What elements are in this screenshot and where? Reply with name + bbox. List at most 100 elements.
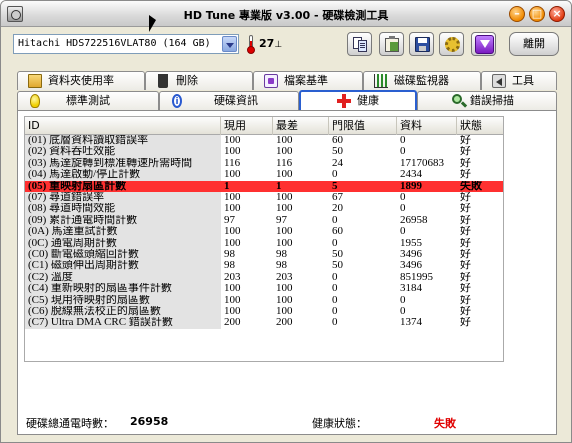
tab-file-benchmark[interactable]: 檔案基準 xyxy=(253,71,363,90)
cell-status: 好 xyxy=(460,317,471,329)
cell-id: (C7) Ultra DMA CRC 錯誤計數 xyxy=(25,317,221,329)
table-row[interactable]: (01) 底層資料讀取錯誤率 100 100 60 0 好 xyxy=(25,135,503,147)
col-header-current[interactable]: 現用 xyxy=(221,117,273,135)
table-row[interactable]: (0C) 通電周期計數 100 100 0 1955 好 xyxy=(25,237,503,249)
cell-id: (C4) 重新映射的扇區事件計數 xyxy=(25,283,221,295)
file-benchmark-icon xyxy=(264,74,278,88)
cell-threshold: 67 xyxy=(332,192,343,203)
cell-id: (07) 尋道錯誤率 xyxy=(25,192,221,204)
cell-current: 100 xyxy=(224,135,241,146)
toolbar: Hitachi HDS722516VLAT80 (164 GB) 27⊥ 離開 xyxy=(1,27,571,63)
temperature-readout: 27⊥ xyxy=(259,37,282,50)
cell-status: 好 xyxy=(460,260,471,272)
disk-monitor-icon xyxy=(374,74,388,88)
col-header-id[interactable]: ID xyxy=(25,117,221,135)
tab-error-scan[interactable]: 錯誤掃描 xyxy=(417,91,557,110)
smart-table[interactable]: ID 現用 最差 門限值 資料 狀態 (01) 底層資料讀取錯誤率 100 100 6… xyxy=(24,116,504,362)
tab-label: 檔案基準 xyxy=(284,74,328,87)
cell-id: (0A) 馬達重試計數 xyxy=(25,226,221,238)
tab-benchmark[interactable]: 標準測試 xyxy=(17,91,159,110)
cell-data: 0 xyxy=(400,192,406,203)
copy-text-button[interactable] xyxy=(347,32,372,56)
bulb-icon xyxy=(30,94,40,108)
table-row[interactable]: (03) 馬達旋轉到標准轉速所需時間 116 116 24 17170683 好 xyxy=(25,157,503,170)
cell-worst: 100 xyxy=(276,237,293,249)
table-row[interactable]: (C2) 溫度 203 203 0 851995 好 xyxy=(25,271,503,284)
cell-status: 好 xyxy=(460,294,471,306)
cell-threshold: 0 xyxy=(332,271,338,283)
cell-worst: 100 xyxy=(276,306,293,317)
col-header-worst[interactable]: 最差 xyxy=(273,117,329,135)
minimize-button[interactable]: – xyxy=(509,6,525,22)
copy-screenshot-button[interactable] xyxy=(379,32,404,56)
tab-disk-monitor[interactable]: 磁碟監視器 xyxy=(363,71,481,90)
table-row[interactable]: (C6) 脫線無法校正的扇區數 100 100 0 0 好 xyxy=(25,306,503,318)
cell-data: 851995 xyxy=(400,271,433,283)
cell-worst: 100 xyxy=(276,169,293,181)
table-row[interactable]: (C4) 重新映射的扇區事件計數 100 100 0 3184 好 xyxy=(25,283,503,295)
cell-threshold: 0 xyxy=(332,317,338,329)
download-button[interactable] xyxy=(471,32,496,56)
mouse-cursor-icon xyxy=(149,15,156,32)
cell-data: 3184 xyxy=(400,283,422,295)
cell-worst: 200 xyxy=(276,317,293,329)
table-row[interactable]: (09) 累計通電時間計數 97 97 0 26958 好 xyxy=(25,214,503,227)
trash-icon xyxy=(158,74,168,88)
cell-status: 好 xyxy=(460,169,471,181)
save-button[interactable] xyxy=(409,32,434,56)
cell-id: (04) 馬達啟動/停止計數 xyxy=(25,169,221,181)
cell-status: 好 xyxy=(460,214,471,226)
cell-worst: 97 xyxy=(276,214,287,226)
table-row[interactable]: (C5) 現用待映射的扇區數 100 100 0 0 好 xyxy=(25,294,503,306)
cell-data: 1374 xyxy=(400,317,422,329)
tab-folder-usage[interactable]: 資料夾使用率 xyxy=(17,71,145,90)
cell-status: 好 xyxy=(460,283,471,295)
cell-status: 好 xyxy=(460,237,471,249)
health-panel: ID 現用 最差 門限值 資料 狀態 (01) 底層資料讀取錯誤率 100 100 6… xyxy=(17,110,557,435)
cell-data: 1955 xyxy=(400,237,422,249)
cell-current: 100 xyxy=(224,192,241,203)
tab-tools[interactable]: 工具 xyxy=(481,71,557,90)
cell-worst: 116 xyxy=(276,157,293,169)
cell-current: 97 xyxy=(224,214,235,226)
col-header-threshold[interactable]: 門限值 xyxy=(329,117,397,135)
cell-id: (C1) 磁頭伸出周期計數 xyxy=(25,260,221,272)
clipboard-icon xyxy=(385,36,399,52)
cell-data: 1899 xyxy=(400,180,422,192)
tab-label: 資料夾使用率 xyxy=(48,74,114,87)
tab-health[interactable]: 健康 xyxy=(299,90,417,111)
tab-disk-info[interactable]: 硬碟資訊 xyxy=(159,91,299,111)
table-row[interactable]: (02) 資料吞吐效能 100 100 50 0 好 xyxy=(25,146,503,158)
tab-erase[interactable]: 刪除 xyxy=(145,71,253,90)
col-header-status[interactable]: 狀態 xyxy=(457,117,503,135)
cell-current: 200 xyxy=(224,317,241,329)
power-on-value: 26958 xyxy=(130,415,169,428)
cell-threshold: 0 xyxy=(332,214,338,226)
tab-row-top: 資料夾使用率 刪除 檔案基準 磁碟監視器 工具 xyxy=(17,71,557,90)
table-row[interactable]: (04) 馬達啟動/停止計數 100 100 0 2434 好 xyxy=(25,169,503,181)
table-row[interactable]: (C7) Ultra DMA CRC 錯誤計數 200 200 0 1374 好 xyxy=(25,317,503,329)
table-row[interactable]: (08) 尋道時間效能 100 100 20 0 好 xyxy=(25,203,503,215)
col-header-data[interactable]: 資料 xyxy=(397,117,457,135)
table-row[interactable]: (07) 尋道錯誤率 100 100 67 0 好 xyxy=(25,192,503,204)
exit-button[interactable]: 離開 xyxy=(509,32,559,56)
window-title: HD Tune 專業版 v3.00 - 硬碟檢測工具 xyxy=(183,9,389,22)
cell-data: 0 xyxy=(400,146,406,158)
cell-status: 好 xyxy=(460,192,471,203)
close-button[interactable]: × xyxy=(549,6,565,22)
cell-current: 1 xyxy=(224,180,230,192)
table-row[interactable]: (C1) 磁頭伸出周期計數 98 98 50 3496 好 xyxy=(25,260,503,272)
maximize-button[interactable]: □ xyxy=(529,6,545,22)
cell-status: 好 xyxy=(460,271,471,283)
table-row[interactable]: (0A) 馬達重試計數 100 100 60 0 好 xyxy=(25,226,503,238)
dropdown-arrow-icon[interactable] xyxy=(222,36,237,52)
title-bar[interactable]: HD Tune 專業版 v3.00 - 硬碟檢測工具 – □ × xyxy=(1,1,571,27)
table-row[interactable]: (05) 重映射扇區計數 1 1 5 1899 失敗 xyxy=(25,180,503,192)
table-row[interactable]: (C0) 斷電磁頭縮回計數 98 98 50 3496 好 xyxy=(25,249,503,261)
cell-worst: 98 xyxy=(276,260,287,272)
cell-current: 100 xyxy=(224,283,241,295)
cell-id: (05) 重映射扇區計數 xyxy=(28,180,127,192)
options-button[interactable] xyxy=(439,32,464,56)
folder-icon xyxy=(28,74,42,88)
drive-select[interactable]: Hitachi HDS722516VLAT80 (164 GB) xyxy=(13,34,239,54)
